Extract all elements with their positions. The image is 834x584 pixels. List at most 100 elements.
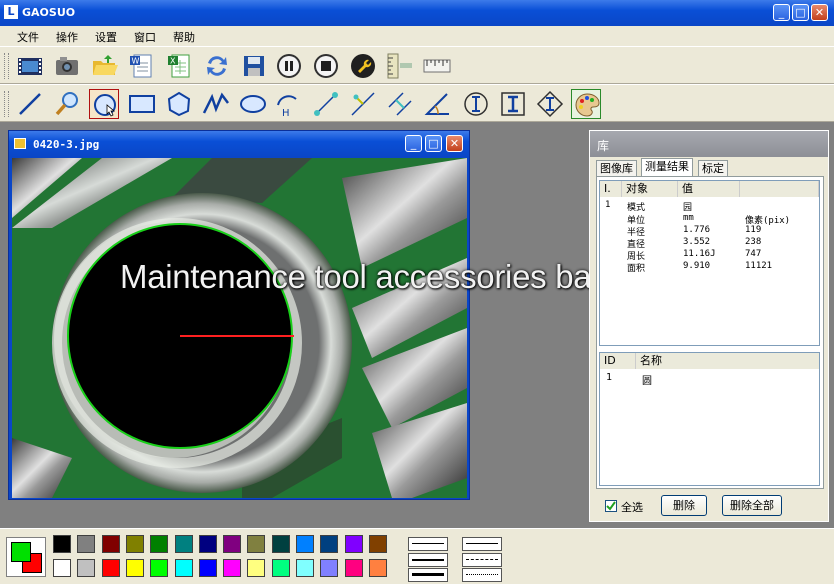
color-swatch[interactable] xyxy=(77,559,96,577)
rectangle-tool-icon[interactable] xyxy=(127,89,157,119)
distance-tool-icon[interactable] xyxy=(311,89,341,119)
color-swatch[interactable] xyxy=(271,535,290,553)
parallel-distance-icon[interactable] xyxy=(385,89,415,119)
library-title-bar[interactable]: 库 xyxy=(590,131,828,157)
image-maximize-button[interactable]: □ xyxy=(425,135,442,152)
i-beam-box-icon[interactable] xyxy=(498,89,528,119)
point-line-distance-icon[interactable] xyxy=(348,89,378,119)
color-swatch[interactable] xyxy=(150,559,169,577)
current-colors[interactable] xyxy=(6,537,46,577)
line-style-solid[interactable] xyxy=(462,537,502,551)
color-swatch[interactable] xyxy=(150,535,169,553)
col-header-id[interactable]: ID xyxy=(600,353,636,369)
color-swatch[interactable] xyxy=(198,535,217,553)
circle-select-tool-icon[interactable] xyxy=(89,89,119,119)
save-icon[interactable] xyxy=(239,51,269,81)
object-id[interactable]: 1 xyxy=(606,372,612,383)
col-header-index[interactable]: I. xyxy=(600,181,622,197)
menu-help[interactable]: 帮助 xyxy=(173,29,195,45)
color-swatch[interactable] xyxy=(320,559,339,577)
minimize-button[interactable]: _ xyxy=(773,4,790,21)
i-beam-circle-icon[interactable] xyxy=(461,89,491,119)
color-swatch[interactable] xyxy=(198,559,217,577)
col-header-extra[interactable] xyxy=(740,181,819,197)
color-swatch[interactable] xyxy=(174,535,193,553)
refresh-icon[interactable] xyxy=(202,51,232,81)
color-swatch[interactable] xyxy=(247,559,266,577)
toolbar-grip[interactable] xyxy=(4,91,9,117)
camera-icon[interactable] xyxy=(52,51,82,81)
color-swatch[interactable] xyxy=(368,535,387,553)
close-button[interactable]: ✕ xyxy=(811,4,828,21)
foreground-color-swatch[interactable] xyxy=(11,542,31,562)
color-swatch[interactable] xyxy=(271,559,290,577)
image-window-title-bar[interactable]: 0420-3.jpg _ □ ✕ xyxy=(9,131,469,157)
color-swatch[interactable] xyxy=(320,535,339,553)
delete-button[interactable]: 删除 xyxy=(661,495,707,516)
ellipse-tool-icon[interactable] xyxy=(238,89,268,119)
color-swatch[interactable] xyxy=(296,535,314,553)
col-header-name[interactable]: 名称 xyxy=(636,353,819,369)
horizontal-ruler-icon[interactable] xyxy=(422,51,452,81)
color-swatch[interactable] xyxy=(53,559,71,577)
color-swatch[interactable] xyxy=(344,535,363,553)
open-folder-icon[interactable] xyxy=(90,51,120,81)
object-name[interactable]: 圆 xyxy=(642,372,652,387)
film-icon[interactable] xyxy=(15,51,45,81)
line-style-dotted[interactable] xyxy=(462,568,502,582)
col-header-value[interactable]: 值 xyxy=(678,181,740,197)
color-swatch[interactable] xyxy=(53,535,71,553)
maximize-button[interactable]: □ xyxy=(792,4,809,21)
result-value: 11.16J xyxy=(683,249,716,259)
menu-settings[interactable]: 设置 xyxy=(95,29,117,45)
results-table[interactable]: I. 对象 值 1 模式 园 单位 mm 像素(pix) 半径 1.776 11… xyxy=(599,180,820,346)
i-beam-diamond-icon[interactable] xyxy=(535,89,565,119)
polygon-tool-icon[interactable] xyxy=(164,89,194,119)
line-tool-icon[interactable] xyxy=(15,89,45,119)
angle-tool-icon[interactable] xyxy=(422,89,452,119)
excel-export-icon[interactable]: X xyxy=(165,51,195,81)
wrench-icon[interactable] xyxy=(348,51,378,81)
color-swatch[interactable] xyxy=(344,559,363,577)
stop-icon[interactable] xyxy=(311,51,341,81)
color-swatch[interactable] xyxy=(77,535,96,553)
arc-tool-icon[interactable]: H xyxy=(274,89,304,119)
polyline-tool-icon[interactable] xyxy=(201,89,231,119)
color-swatch[interactable] xyxy=(223,559,242,577)
menu-operation[interactable]: 操作 xyxy=(56,29,78,45)
color-swatch[interactable] xyxy=(125,535,144,553)
color-swatch[interactable] xyxy=(368,559,387,577)
image-close-button[interactable]: ✕ xyxy=(446,135,463,152)
line-style-thin[interactable] xyxy=(408,537,448,551)
app-title-bar[interactable]: L GAOSUO _ □ ✕ xyxy=(0,0,834,26)
select-all-label[interactable]: 全选 xyxy=(621,499,643,515)
color-swatch[interactable] xyxy=(101,559,120,577)
vertical-ruler-icon[interactable] xyxy=(385,51,415,81)
objects-table[interactable]: ID 名称 1 圆 xyxy=(599,352,820,486)
color-swatch[interactable] xyxy=(247,535,266,553)
zoom-tool-icon[interactable] xyxy=(52,89,82,119)
microscope-image[interactable] xyxy=(12,158,467,498)
col-header-object[interactable]: 对象 xyxy=(622,181,678,197)
line-style-dashed[interactable] xyxy=(462,553,502,567)
color-swatch[interactable] xyxy=(101,535,120,553)
color-swatch[interactable] xyxy=(296,559,314,577)
tab-measure-results[interactable]: 测量结果 xyxy=(641,158,693,176)
tab-calibration[interactable]: 标定 xyxy=(698,160,728,176)
image-window[interactable]: 0420-3.jpg _ □ ✕ xyxy=(8,130,470,500)
pause-icon[interactable] xyxy=(274,51,304,81)
word-export-icon[interactable]: W xyxy=(127,51,157,81)
delete-all-button[interactable]: 删除全部 xyxy=(722,495,782,516)
color-swatch[interactable] xyxy=(125,559,144,577)
menu-file[interactable]: 文件 xyxy=(17,29,39,45)
tab-image-library[interactable]: 图像库 xyxy=(596,160,637,176)
palette-icon[interactable] xyxy=(571,89,601,119)
color-swatch[interactable] xyxy=(174,559,193,577)
line-style-medium[interactable] xyxy=(408,553,448,567)
menu-window[interactable]: 窗口 xyxy=(134,29,156,45)
select-all-checkbox[interactable] xyxy=(605,500,617,512)
image-minimize-button[interactable]: _ xyxy=(405,135,422,152)
line-style-thick[interactable] xyxy=(408,568,448,582)
color-swatch[interactable] xyxy=(223,535,242,553)
toolbar-grip[interactable] xyxy=(4,53,9,79)
